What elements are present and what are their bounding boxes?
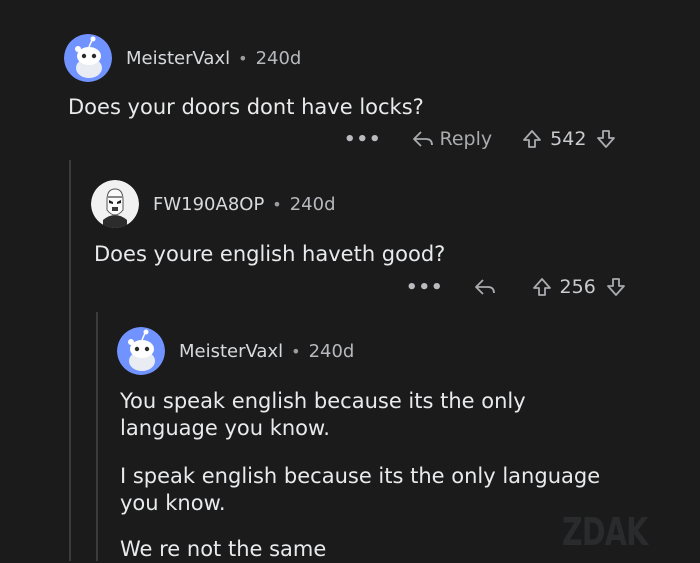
comment-text-line: You speak english because its the only [120, 389, 526, 413]
username[interactable]: MeisterVaxl [179, 341, 283, 362]
comment-header: FW190A8OP • 240d [91, 180, 336, 228]
comment-text-line: We re not the same [120, 537, 327, 561]
comment-text-line: language you know. [120, 416, 330, 440]
comment-header: MeisterVaxl • 240d [64, 34, 301, 82]
reply-icon [412, 131, 433, 147]
stormtrooper-avatar-icon [91, 180, 139, 228]
upvote-icon[interactable] [522, 129, 542, 149]
comment-text-line: you know. [120, 491, 226, 515]
comment-age: 240d [289, 193, 336, 215]
reply-button[interactable]: Reply [412, 128, 493, 150]
username[interactable]: MeisterVaxl [126, 48, 230, 69]
username[interactable]: FW190A8OP [153, 194, 264, 215]
comment-text-line: I speak english because its the only lan… [120, 464, 601, 488]
comment-body: Does your doors dont have locks? [68, 94, 424, 121]
avatar[interactable] [117, 327, 165, 375]
upvote-icon[interactable] [532, 277, 552, 297]
comment-text: Does your doors dont have locks? [68, 95, 424, 119]
thread-line-level-2[interactable] [96, 312, 98, 561]
comment-age: 240d [255, 47, 302, 69]
reply-label: Reply [439, 128, 493, 150]
downvote-icon[interactable] [596, 129, 616, 149]
watermark: ZDAK [562, 510, 648, 554]
reply-button[interactable] [474, 278, 502, 296]
comment-actions: ••• 256 [406, 276, 626, 298]
snoo-avatar-icon [64, 34, 112, 82]
more-options-button[interactable]: ••• [406, 277, 444, 298]
avatar[interactable] [91, 180, 139, 228]
avatar[interactable] [64, 34, 112, 82]
comment-body: You speak english because its the only l… [120, 388, 600, 563]
reply-icon [474, 279, 495, 295]
comment-header: MeisterVaxl • 240d [117, 327, 354, 375]
meta-separator: • [238, 48, 248, 68]
meta-separator: • [272, 194, 282, 214]
comment-body: Does youre english haveth good? [94, 241, 445, 268]
vote-controls: 256 [532, 276, 626, 298]
comment-actions: ••• Reply 542 [344, 128, 616, 150]
vote-controls: 542 [522, 128, 616, 150]
vote-count: 256 [559, 276, 596, 298]
downvote-icon[interactable] [606, 277, 626, 297]
vote-count: 542 [550, 128, 587, 150]
more-options-button[interactable]: ••• [344, 129, 382, 150]
comment-age: 240d [308, 340, 355, 362]
meta-separator: • [291, 341, 301, 361]
thread-line-level-1[interactable] [69, 160, 71, 561]
comment-text: Does youre english haveth good? [94, 242, 446, 266]
snoo-avatar-icon [117, 327, 165, 375]
